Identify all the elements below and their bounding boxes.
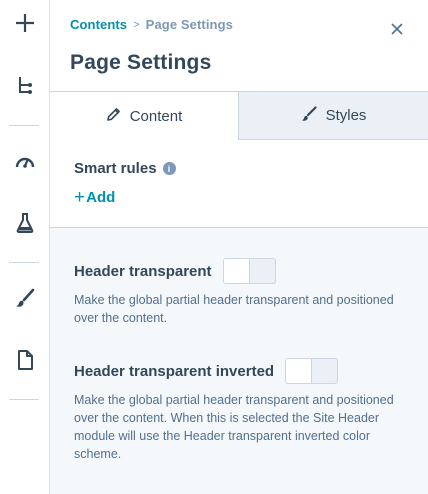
breadcrumb-separator: > [133,18,140,31]
add-smart-rule-label: Add [86,189,116,206]
toggle-knob [286,359,313,383]
page-settings-panel: Contents > Page Settings Page Settings C… [50,0,428,494]
tab-content[interactable]: Content [50,91,239,140]
optimize-button[interactable] [0,143,50,183]
left-rail [0,0,50,494]
smart-rules-title: Smart rules [74,160,157,177]
info-icon[interactable]: i [162,162,176,175]
header-transparent-setting: Header transparent Make the global parti… [74,258,404,327]
tab-content-label: Content [129,107,183,125]
close-icon [391,22,403,40]
page-tree-button[interactable] [0,68,50,108]
brush-icon [301,105,326,126]
plus-icon [15,13,35,38]
add-smart-rule-button[interactable]: + Add [74,188,115,207]
plus-icon: + [74,187,86,208]
test-button[interactable] [0,205,50,245]
brush-icon [15,288,35,313]
rail-divider [9,125,39,126]
tab-styles[interactable]: Styles [239,91,428,140]
smart-rules-label: Smart rules i [74,160,176,177]
panel-header: Contents > Page Settings Page Settings [50,0,428,92]
tree-icon [17,76,33,101]
breadcrumb-current: Page Settings [145,17,233,32]
tab-bar: Content Styles [50,91,428,140]
header-transparent-inverted-toggle[interactable] [285,358,339,384]
header-transparent-label: Header transparent [74,262,212,280]
design-button[interactable] [0,280,50,320]
flask-icon [16,212,34,238]
page-title: Page Settings [70,51,212,74]
header-transparent-toggle[interactable] [222,258,276,284]
page-icon [17,349,33,375]
rail-divider [9,399,39,400]
breadcrumb-contents-link[interactable]: Contents [70,17,127,32]
smart-rules-section: Smart rules i + Add [50,140,428,228]
rail-divider [9,262,39,263]
tab-styles-label: Styles [325,107,367,124]
add-button[interactable] [0,5,50,45]
toggle-knob [223,259,250,283]
header-transparent-inverted-label: Header transparent inverted [74,362,275,380]
page-settings-button[interactable] [0,342,50,382]
header-transparent-description: Make the global partial header transpare… [74,293,394,325]
close-button[interactable] [388,22,406,40]
pencil-icon [106,107,130,126]
header-transparent-inverted-description: Make the global partial header transpare… [74,393,394,461]
header-transparent-inverted-setting: Header transparent inverted Make the glo… [74,358,404,463]
gauge-icon [15,153,35,174]
breadcrumb: Contents > Page Settings [70,17,233,32]
